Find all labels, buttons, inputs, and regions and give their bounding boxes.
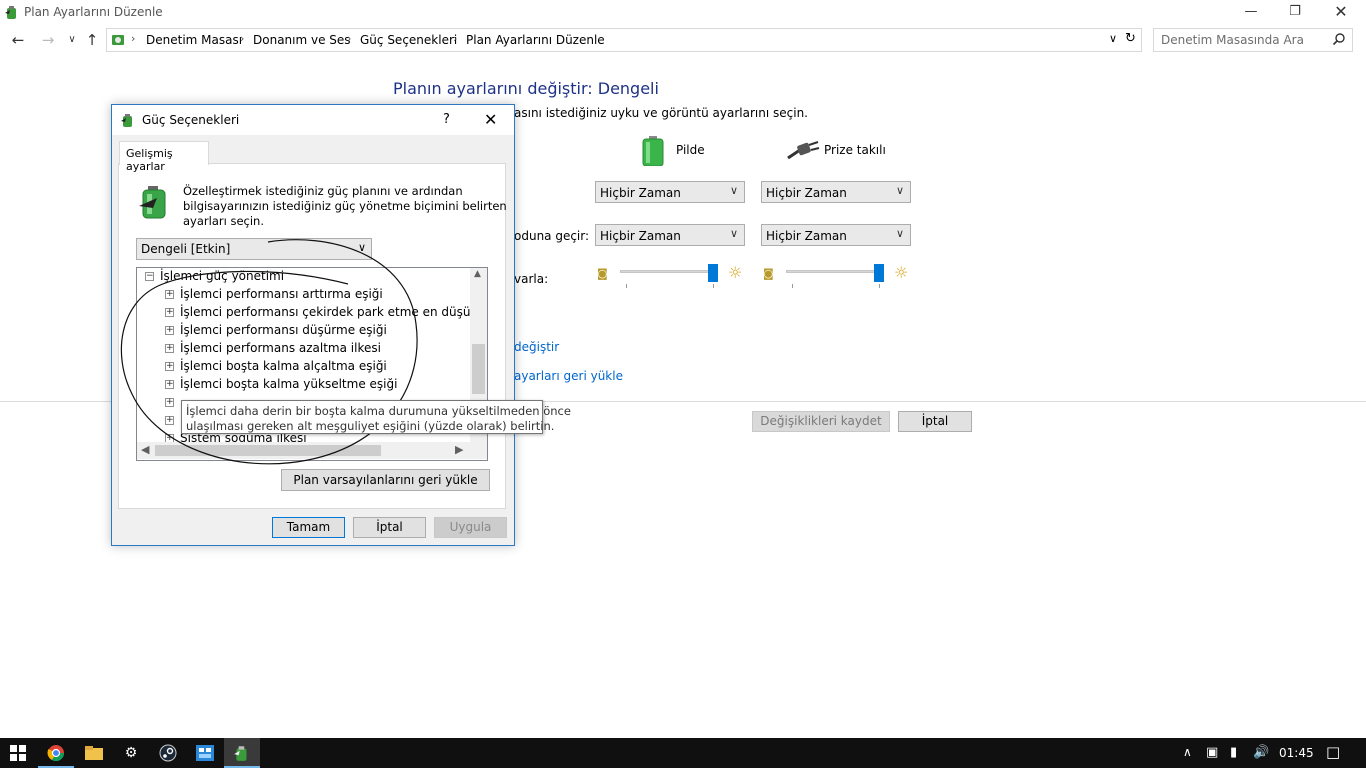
breadcrumb-separator: ›: [240, 32, 245, 45]
tooltip-line: ulaşılması gereken alt meşguliyet eşiğin…: [186, 419, 555, 433]
brightness-battery-thumb[interactable]: [708, 264, 718, 282]
action-center-icon[interactable]: □: [1326, 743, 1340, 761]
network-icon[interactable]: ▣: [1206, 745, 1218, 760]
file-explorer-icon[interactable]: [76, 738, 112, 768]
app-icon[interactable]: ⚙: [113, 738, 149, 768]
help-button[interactable]: ?: [443, 112, 450, 127]
close-button[interactable]: ✕: [1318, 0, 1364, 24]
refresh-icon[interactable]: ↻: [1125, 31, 1136, 46]
restore-plan-defaults-button[interactable]: Plan varsayılanlarını geri yükle: [281, 469, 490, 491]
steam-icon[interactable]: [150, 738, 186, 768]
taskbar: ⚙ ∧ ▣ ▮ 🔊 01:45 □: [0, 738, 1366, 768]
cancel-button[interactable]: İptal: [898, 411, 972, 432]
window-title: Plan Ayarlarını Düzenle: [24, 5, 163, 19]
dialog-titlebar: Güç Seçenekleri ? ✕: [112, 105, 514, 135]
chevron-down-icon: ∨: [729, 227, 738, 240]
display-off-battery-select[interactable]: Hiçbir Zaman ∨: [595, 181, 745, 203]
minimize-button[interactable]: —: [1228, 0, 1274, 24]
brightness-battery-track[interactable]: [620, 270, 715, 273]
brightness-plugged-thumb[interactable]: [874, 264, 884, 282]
search-placeholder: Denetim Masasında Ara: [1161, 33, 1304, 47]
display-off-plugged-select[interactable]: Hiçbir Zaman ∨: [761, 181, 911, 203]
search-icon[interactable]: [1332, 32, 1346, 49]
forward-button[interactable]: →: [38, 30, 58, 50]
sleep-battery-value: Hiçbir Zaman: [600, 229, 681, 243]
breadcrumb-power-options[interactable]: Güç Seçenekleri: [360, 33, 457, 47]
back-button[interactable]: ←: [8, 30, 28, 50]
sleep-label: oduna geçir:: [514, 229, 590, 243]
recent-locations-button[interactable]: ∨: [62, 30, 82, 50]
breadcrumb-separator: ›: [453, 32, 458, 45]
chevron-up-icon[interactable]: ∧: [1183, 745, 1192, 759]
sleep-plugged-select[interactable]: Hiçbir Zaman ∨: [761, 224, 911, 246]
control-panel-taskbar-icon[interactable]: [187, 738, 223, 768]
description-line: ayarları seçin.: [183, 214, 264, 228]
power-options-icon: [4, 4, 20, 23]
up-button[interactable]: ↑: [82, 30, 102, 50]
breadcrumb-separator: ›: [131, 32, 136, 45]
control-panel-icon: [110, 32, 126, 51]
apply-button[interactable]: Uygula: [434, 517, 507, 538]
sleep-plugged-value: Hiçbir Zaman: [766, 229, 847, 243]
dialog-cancel-button[interactable]: İptal: [353, 517, 426, 538]
change-advanced-settings-link[interactable]: değiştir: [514, 340, 559, 354]
power-options-icon: [120, 112, 136, 131]
page-title: Planın ayarlarını değiştir: Dengeli: [393, 79, 659, 98]
battery-icon: [642, 136, 664, 169]
search-input[interactable]: Denetim Masasında Ara: [1153, 28, 1353, 52]
slider-tick: [792, 284, 793, 288]
address-bar[interactable]: › Denetim Masası › Donanım ve Ses › Güç …: [106, 28, 1142, 52]
column-header-battery: Pilde: [676, 143, 705, 157]
brightness-low-icon: ◙: [763, 267, 774, 280]
dialog-description: Özelleştirmek istediğiniz güç planını ve…: [183, 184, 507, 229]
tab-label: Gelişmiş ayarlar: [126, 147, 173, 173]
restore-button[interactable]: ❐: [1272, 0, 1318, 24]
scroll-right-icon[interactable]: ▶: [455, 443, 463, 456]
clock[interactable]: 01:45: [1279, 746, 1314, 760]
chevron-down-icon: ∨: [895, 184, 904, 197]
tooltip-line: İşlemci daha derin bir boşta kalma durum…: [186, 404, 571, 418]
tab-advanced-settings[interactable]: Gelişmiş ayarlar: [119, 141, 209, 173]
page-subtitle: asını istediğiniz uyku ve görüntü ayarla…: [514, 106, 808, 120]
brightness-label: varla:: [514, 272, 549, 286]
sleep-battery-select[interactable]: Hiçbir Zaman ∨: [595, 224, 745, 246]
description-line: bilgisayarınızın istediğiniz güç yönetme…: [183, 199, 507, 213]
chevron-down-icon[interactable]: ∨: [1109, 32, 1117, 45]
breadcrumb-edit-plan[interactable]: Plan Ayarlarını Düzenle: [466, 33, 605, 47]
dialog-close-button[interactable]: ✕: [484, 110, 497, 129]
scrollbar-thumb[interactable]: [472, 344, 485, 394]
brightness-low-icon: ◙: [597, 267, 608, 280]
save-changes-button[interactable]: Değişiklikleri kaydet: [752, 411, 890, 432]
display-off-battery-value: Hiçbir Zaman: [600, 186, 681, 200]
setting-tooltip: İşlemci daha derin bir boşta kalma durum…: [181, 400, 571, 434]
power-options-taskbar-icon[interactable]: [224, 738, 260, 768]
brightness-high-icon: ☼: [894, 263, 909, 282]
window-titlebar: Plan Ayarlarını Düzenle — ❐ ✕: [0, 0, 1366, 26]
breadcrumb-hardware-sound[interactable]: Donanım ve Ses: [253, 33, 351, 47]
column-header-plugged: Prize takılı: [824, 143, 886, 157]
battery-tray-icon[interactable]: ▮: [1230, 745, 1237, 760]
restore-defaults-link[interactable]: ayarları geri yükle: [514, 369, 623, 383]
chrome-icon[interactable]: [38, 738, 74, 768]
brightness-high-icon: ☼: [728, 263, 743, 282]
slider-tick: [626, 284, 627, 288]
brightness-plugged-track[interactable]: [786, 270, 881, 273]
start-button[interactable]: [0, 738, 36, 768]
scroll-up-icon[interactable]: ▲: [474, 269, 481, 279]
breadcrumb-separator: ›: [347, 32, 352, 45]
slider-tick: [879, 284, 880, 288]
breadcrumb-control-panel[interactable]: Denetim Masası: [146, 33, 242, 47]
dialog-title: Güç Seçenekleri: [142, 113, 240, 127]
volume-icon[interactable]: 🔊: [1253, 745, 1269, 760]
display-off-plugged-value: Hiçbir Zaman: [766, 186, 847, 200]
chevron-down-icon: ∨: [729, 184, 738, 197]
power-plug-icon: [786, 140, 820, 163]
slider-tick: [713, 284, 714, 288]
ok-button[interactable]: Tamam: [272, 517, 345, 538]
description-line: Özelleştirmek istediğiniz güç planını ve…: [183, 184, 463, 198]
chevron-down-icon: ∨: [895, 227, 904, 240]
power-plan-icon: [139, 184, 173, 223]
